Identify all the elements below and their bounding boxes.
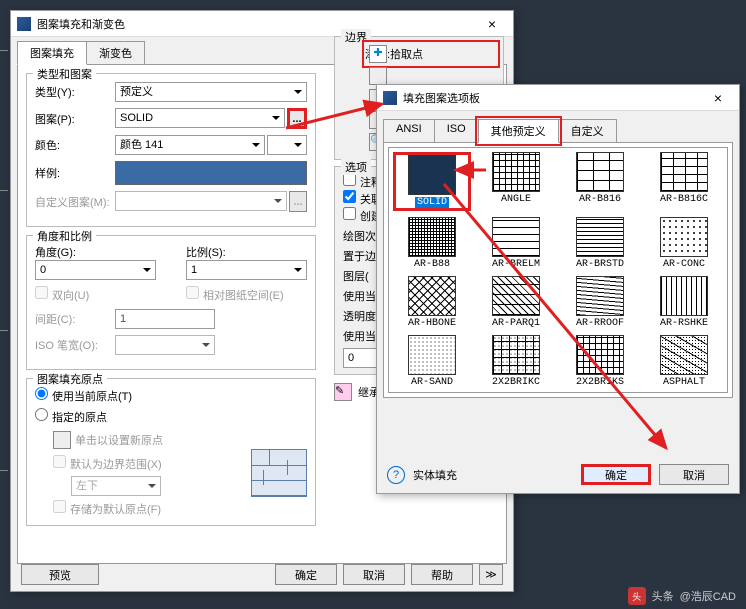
pattern-browse-button[interactable]: ... xyxy=(287,108,307,129)
store-default-check: 存储为默认原点(F) xyxy=(53,500,251,517)
info-icon[interactable]: ? xyxy=(387,466,405,484)
pattern-2X2BRIKS[interactable]: 2X2BRIKS xyxy=(561,335,639,388)
watermark-brand: 头条 xyxy=(652,588,674,604)
custom-pattern-select xyxy=(115,191,287,211)
isopen-select xyxy=(115,335,215,355)
isopen-label: ISO 笔宽(O): xyxy=(35,337,115,353)
bidir-check[interactable]: 双向(U) xyxy=(35,290,89,302)
click-set-origin[interactable]: 单击以设置新原点 xyxy=(75,432,163,448)
tab-ansi[interactable]: ANSI xyxy=(383,119,435,143)
pattern-AR-BRELM[interactable]: AR-BRELM xyxy=(477,217,555,270)
group-legend: 选项 xyxy=(341,159,371,175)
relpaper-check[interactable]: 相对图纸空间(E) xyxy=(186,290,284,302)
color-bg-select[interactable] xyxy=(267,135,307,155)
pattern-label: 图案(P): xyxy=(35,111,115,127)
pick-icon: ✚ xyxy=(369,45,387,63)
cancel-button[interactable]: 取消 xyxy=(343,564,405,585)
dialog-buttons: 预览 确定 取消 帮助 ≫ xyxy=(11,564,513,585)
origin-pos-select: 左下 xyxy=(71,476,161,496)
type-select[interactable]: 预定义 xyxy=(115,82,307,102)
specify-origin-radio[interactable]: 指定的原点 xyxy=(35,408,307,425)
scale-label: 比例(S): xyxy=(186,244,307,260)
watermark: 头 头条 @浩辰CAD xyxy=(628,587,736,605)
pattern-ANGLE[interactable]: ANGLE xyxy=(477,152,555,211)
palette-title: 填充图案选项板 xyxy=(403,90,703,106)
spacing-input xyxy=(115,309,215,329)
palette-close-icon[interactable]: × xyxy=(703,90,733,106)
app-icon xyxy=(383,91,397,105)
pattern-AR-B816[interactable]: AR-B816 xyxy=(561,152,639,211)
pattern-AR-PARQ1[interactable]: AR-PARQ1 xyxy=(477,276,555,329)
angle-select[interactable]: 0 xyxy=(35,260,156,280)
solid-fill-label: 实体填充 xyxy=(413,467,573,483)
group-legend: 图案填充原点 xyxy=(33,371,107,387)
dialog-title: 图案填充和渐变色 xyxy=(37,16,477,32)
tab-hatch[interactable]: 图案填充 xyxy=(17,41,87,65)
pattern-AR-BRSTD[interactable]: AR-BRSTD xyxy=(561,217,639,270)
pattern-AR-CONC[interactable]: AR-CONC xyxy=(645,217,723,270)
ok-button[interactable]: 确定 xyxy=(275,564,337,585)
palette-dialog: 填充图案选项板 × ANSI ISO 其他预定义 自定义 SOLIDANGLEA… xyxy=(376,84,740,494)
add-pick-point[interactable]: ✚添加:拾取点 xyxy=(365,43,497,65)
custom-browse-button: ... xyxy=(289,191,307,212)
palette-tabs: ANSI ISO 其他预定义 自定义 xyxy=(377,111,739,143)
pattern-2X2BRIKC[interactable]: 2X2BRIKC xyxy=(477,335,555,388)
tab-custom[interactable]: 自定义 xyxy=(558,119,617,143)
watermark-user: @浩辰CAD xyxy=(680,588,736,604)
group-legend: 类型和图案 xyxy=(33,66,96,82)
angle-label: 角度(G): xyxy=(35,244,156,260)
tab-other-predef[interactable]: 其他预定义 xyxy=(478,119,559,143)
group-legend: 角度和比例 xyxy=(33,228,96,244)
pattern-AR-HBONE[interactable]: AR-HBONE xyxy=(393,276,471,329)
custom-pattern-label: 自定义图案(M): xyxy=(35,194,115,210)
set-origin-icon xyxy=(53,431,71,449)
add-select-icon[interactable] xyxy=(369,67,387,85)
expand-button[interactable]: ≫ xyxy=(479,564,503,585)
group-type-pattern: 类型和图案 类型(Y): 预定义 图案(P): SOLID ... 颜色: 颜色… xyxy=(26,73,316,227)
pattern-AR-SAND[interactable]: AR-SAND xyxy=(393,335,471,388)
pattern-AR-B816C[interactable]: AR-B816C xyxy=(645,152,723,211)
preview-button[interactable]: 预览 xyxy=(21,564,99,585)
color-select[interactable]: 颜色 141 xyxy=(115,135,265,155)
spacing-label: 间距(C): xyxy=(35,311,115,327)
pattern-AR-RROOF[interactable]: AR-RROOF xyxy=(561,276,639,329)
type-label: 类型(Y): xyxy=(35,84,115,100)
palette-titlebar: 填充图案选项板 × xyxy=(377,85,739,111)
inherit-icon[interactable]: ✎ xyxy=(334,383,352,401)
color-label: 颜色: xyxy=(35,137,115,153)
sample-swatch[interactable] xyxy=(115,161,307,185)
default-bound-check: 默认为边界范围(X) xyxy=(53,455,251,472)
palette-ok-button[interactable]: 确定 xyxy=(581,464,651,485)
pattern-select[interactable]: SOLID xyxy=(115,108,285,128)
group-angle-scale: 角度和比例 角度(G): 0 比例(S): 1 双向(U) 相对图纸空间(E) … xyxy=(26,235,316,370)
tab-gradient[interactable]: 渐变色 xyxy=(86,41,145,65)
pattern-AR-RSHKE[interactable]: AR-RSHKE xyxy=(645,276,723,329)
sample-label: 样例: xyxy=(35,165,115,181)
app-icon xyxy=(17,17,31,31)
tab-iso[interactable]: ISO xyxy=(434,119,479,143)
close-icon[interactable]: × xyxy=(477,16,507,32)
pattern-ASPHALT[interactable]: ASPHALT xyxy=(645,335,723,388)
pattern-grid: SOLIDANGLEAR-B816AR-B816CAR-B88AR-BRELMA… xyxy=(388,147,728,393)
origin-preview xyxy=(251,449,307,497)
pattern-SOLID[interactable]: SOLID xyxy=(393,152,471,211)
help-button[interactable]: 帮助 xyxy=(411,564,473,585)
use-current-origin-radio[interactable]: 使用当前原点(T) xyxy=(35,387,307,404)
titlebar: 图案填充和渐变色 × xyxy=(11,11,513,37)
scale-select[interactable]: 1 xyxy=(186,260,307,280)
watermark-icon: 头 xyxy=(628,587,646,605)
palette-body: SOLIDANGLEAR-B816AR-B816CAR-B88AR-BRELMA… xyxy=(383,142,733,398)
palette-cancel-button[interactable]: 取消 xyxy=(659,464,729,485)
pattern-AR-B88[interactable]: AR-B88 xyxy=(393,217,471,270)
group-origin: 图案填充原点 使用当前原点(T) 指定的原点 单击以设置新原点 默认为边界范围(… xyxy=(26,378,316,526)
